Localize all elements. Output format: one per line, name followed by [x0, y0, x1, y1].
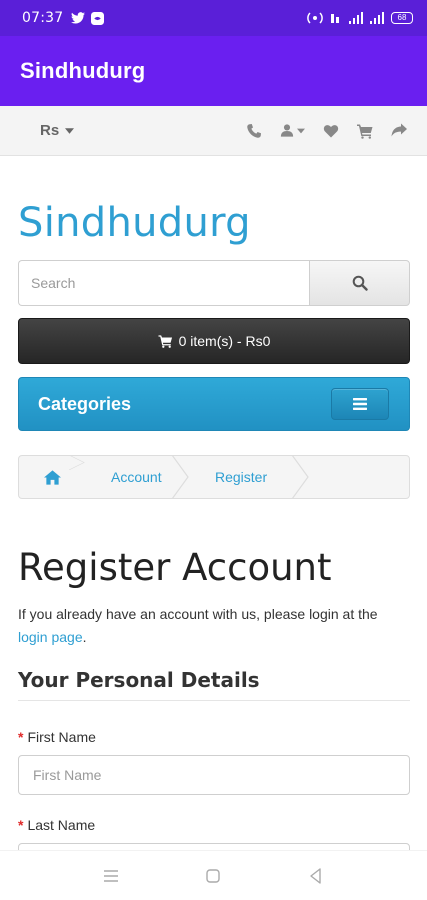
- currency-label: Rs: [40, 122, 60, 139]
- currency-dropdown[interactable]: Rs: [40, 122, 75, 139]
- section-title: Your Personal Details: [18, 668, 260, 692]
- breadcrumb-separator: [292, 456, 309, 498]
- hotspot-icon: [307, 12, 323, 24]
- status-time: 07:37: [22, 10, 64, 26]
- search-icon: [352, 275, 368, 291]
- section-divider: [18, 700, 410, 701]
- caret-down-icon: [65, 127, 75, 134]
- signal-2-icon: [370, 12, 384, 24]
- search-input[interactable]: [18, 260, 309, 306]
- required-marker: *: [18, 817, 24, 833]
- search-button[interactable]: [309, 260, 410, 306]
- breadcrumb-item-register[interactable]: Register: [189, 456, 309, 498]
- intro-text-end: .: [82, 629, 87, 645]
- hamburger-icon: [353, 398, 367, 410]
- menu-icon[interactable]: [102, 867, 120, 885]
- user-icon: [280, 124, 294, 137]
- cart-label: 0 item(s) - Rs0: [178, 333, 271, 349]
- login-page-link[interactable]: login page: [18, 629, 83, 645]
- home-icon: [43, 469, 61, 485]
- account-dropdown[interactable]: [280, 123, 305, 138]
- last-name-label-text: Last Name: [27, 817, 96, 833]
- breadcrumb-separator: [69, 456, 85, 470]
- breadcrumb-item-label: Register: [215, 469, 268, 485]
- breadcrumb-item-account[interactable]: Account: [85, 456, 189, 498]
- twitter-icon: [71, 12, 86, 24]
- caret-down-icon: [297, 128, 305, 133]
- breadcrumb: Account Register: [18, 455, 410, 499]
- cart-button[interactable]: 0 item(s) - Rs0: [18, 318, 410, 364]
- search-bar: [18, 260, 410, 306]
- first-name-label-text: First Name: [27, 729, 96, 745]
- breadcrumb-home[interactable]: [19, 456, 85, 498]
- share-icon[interactable]: [391, 123, 407, 139]
- categories-menu: Categories: [18, 377, 410, 431]
- battery-icon: 68: [391, 12, 413, 24]
- categories-label: Categories: [38, 393, 132, 414]
- cart-icon: [158, 335, 172, 348]
- intro-text-body: If you already have an account with us, …: [18, 606, 378, 622]
- home-button-icon[interactable]: [204, 867, 222, 885]
- last-name-label: * Last Name: [18, 817, 95, 833]
- signal-icon: [349, 12, 363, 24]
- cart-icon[interactable]: [357, 123, 373, 139]
- page-title: Register Account: [18, 546, 332, 589]
- breadcrumb-separator: [172, 456, 189, 498]
- store-logo[interactable]: Sindhudurg: [18, 200, 251, 246]
- required-marker: *: [18, 729, 24, 745]
- data-icon: [331, 14, 339, 23]
- first-name-field[interactable]: [18, 755, 410, 795]
- intro-text: If you already have an account with us, …: [18, 603, 410, 649]
- system-navigation-bar: [0, 850, 427, 900]
- app-title: Sindhudurg: [20, 58, 146, 83]
- categories-toggle-button[interactable]: [331, 388, 389, 420]
- message-icon: [91, 11, 105, 25]
- heart-icon[interactable]: [323, 123, 339, 139]
- app-bar: Sindhudurg: [0, 36, 427, 106]
- status-bar: 07:37 68: [0, 0, 427, 36]
- phone-icon[interactable]: [246, 123, 262, 139]
- first-name-label: * First Name: [18, 729, 96, 745]
- top-utility-bar: Rs: [0, 106, 427, 156]
- breadcrumb-item-label: Account: [111, 469, 162, 485]
- back-icon[interactable]: [307, 867, 325, 885]
